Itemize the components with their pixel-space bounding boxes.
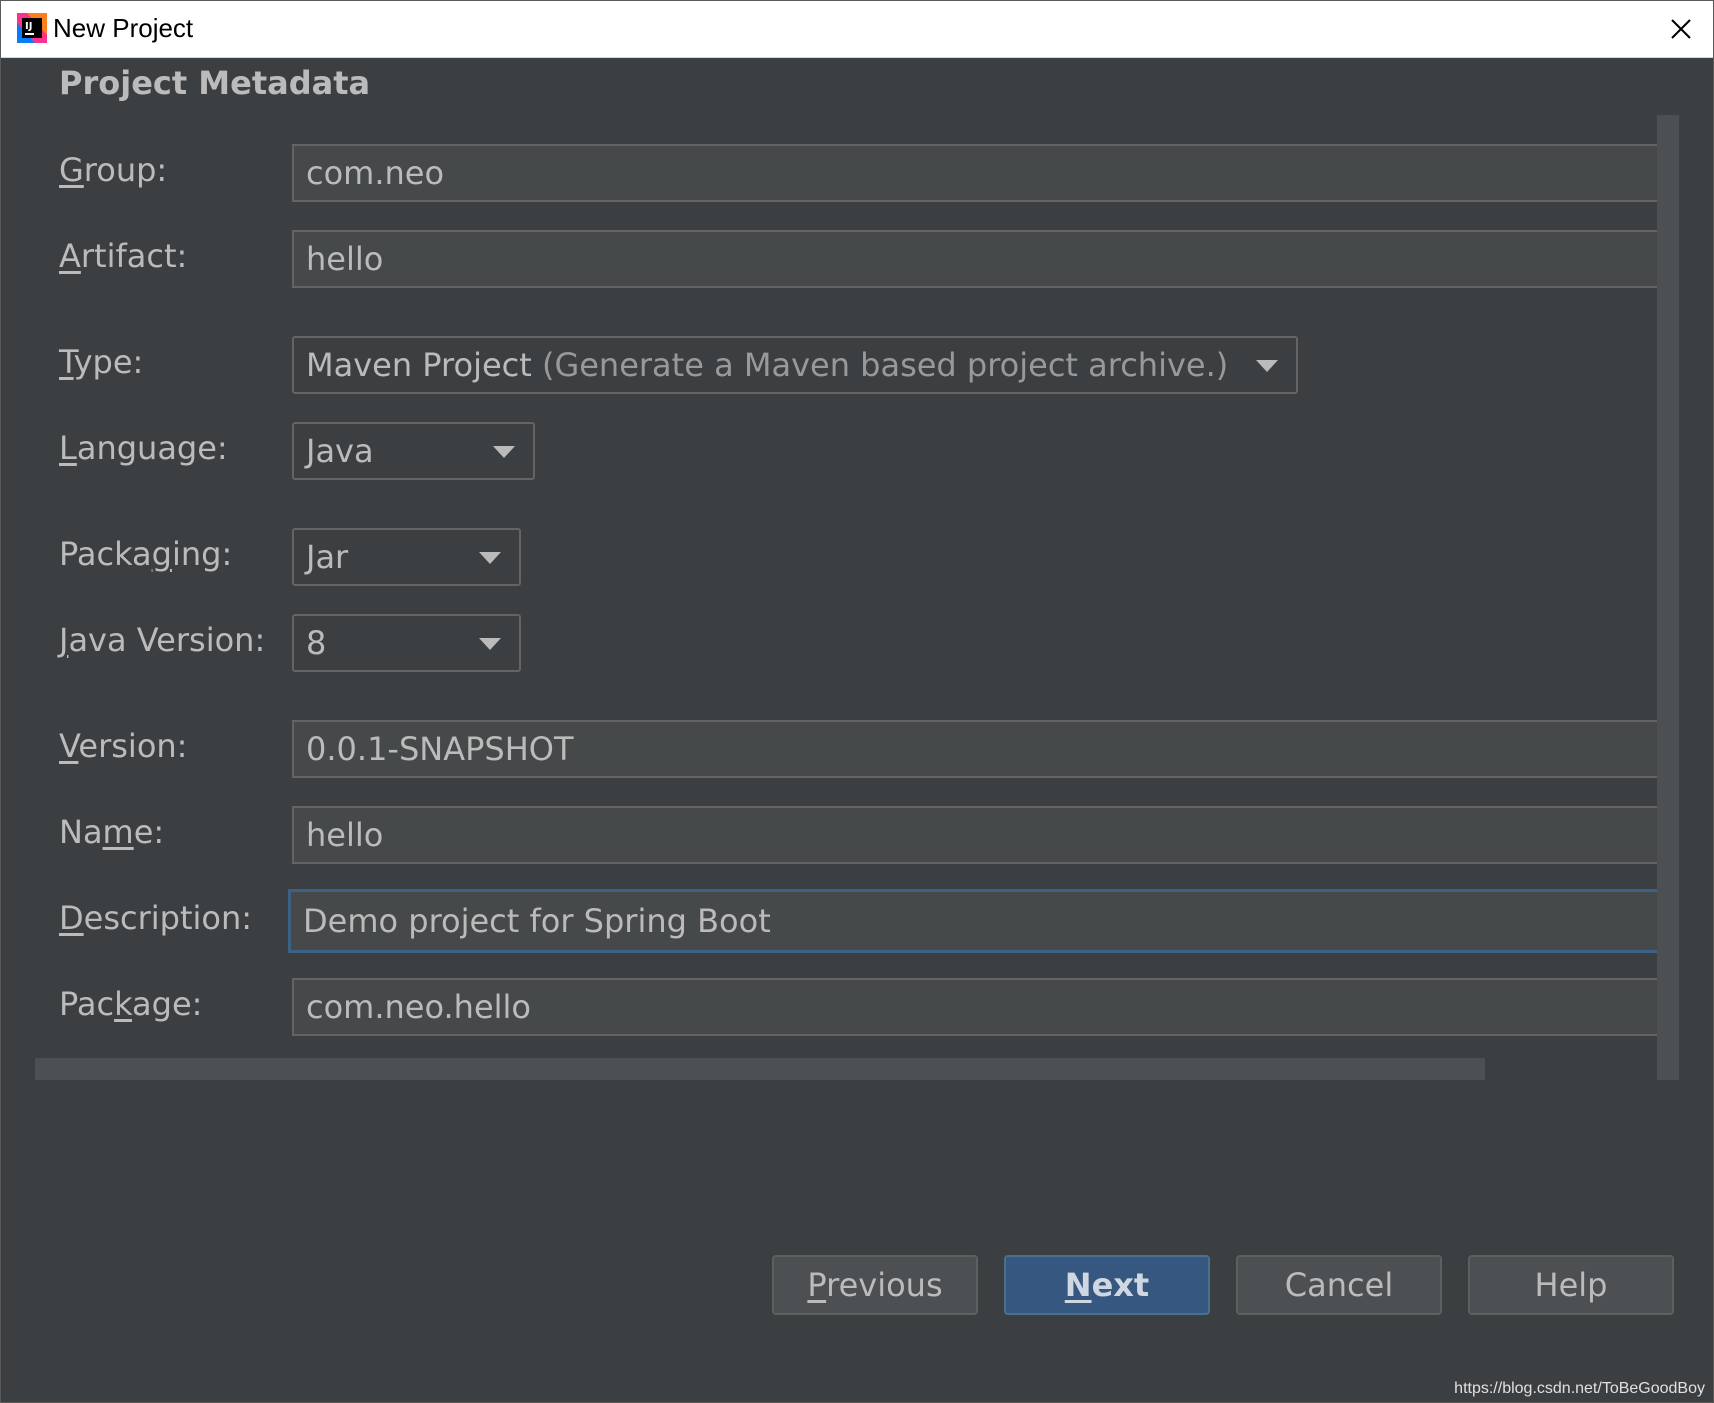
chevron-down-icon xyxy=(479,638,501,650)
description-field[interactable]: Demo project for Spring Boot xyxy=(288,889,1678,953)
description-label: Description: xyxy=(59,899,253,937)
version-label: Version: xyxy=(59,727,188,765)
cancel-button[interactable]: Cancel xyxy=(1236,1255,1442,1315)
language-combobox[interactable]: Java xyxy=(292,422,535,480)
type-combobox[interactable]: Maven Project (Generate a Maven based pr… xyxy=(292,336,1298,394)
previous-button[interactable]: Previous xyxy=(772,1255,978,1315)
package-label: Package: xyxy=(59,985,203,1023)
artifact-label: Artifact: xyxy=(59,237,188,275)
java-version-combobox[interactable]: 8 xyxy=(292,614,521,672)
vertical-scrollbar[interactable] xyxy=(1657,115,1679,1080)
group-field[interactable]: com.neo xyxy=(292,144,1678,202)
type-hint: (Generate a Maven based project archive.… xyxy=(541,346,1229,384)
name-label: Name: xyxy=(59,813,165,851)
language-label: Language: xyxy=(59,429,228,467)
title-bar: IJ New Project xyxy=(1,1,1713,58)
next-button[interactable]: Next xyxy=(1004,1255,1210,1315)
horizontal-scrollbar[interactable] xyxy=(35,1058,1485,1080)
chevron-down-icon xyxy=(1256,360,1278,372)
close-button[interactable] xyxy=(1661,9,1701,49)
window-title: New Project xyxy=(53,13,194,43)
packaging-combobox[interactable]: Jar xyxy=(292,528,521,586)
package-field[interactable]: com.neo.hello xyxy=(292,978,1678,1036)
name-field[interactable]: hello xyxy=(292,806,1678,864)
svg-text:IJ: IJ xyxy=(25,21,32,32)
version-field[interactable]: 0.0.1-SNAPSHOT xyxy=(292,720,1678,778)
section-title: Project Metadata xyxy=(59,64,371,102)
help-button[interactable]: Help xyxy=(1468,1255,1674,1315)
artifact-field[interactable]: hello xyxy=(292,230,1678,288)
type-label: Type: xyxy=(59,343,144,381)
packaging-selected-value: Jar xyxy=(306,538,349,576)
java-version-label: Java Version: xyxy=(59,621,266,659)
group-label: Group: xyxy=(59,151,168,189)
type-selected-value: Maven Project xyxy=(306,346,532,384)
packaging-label: Packaging: xyxy=(59,535,233,573)
java-version-selected-value: 8 xyxy=(306,624,327,662)
chevron-down-icon xyxy=(493,446,515,458)
language-selected-value: Java xyxy=(306,432,374,470)
new-project-dialog: IJ New Project Project Metadata Group: c… xyxy=(0,0,1714,1403)
watermark: https://blog.csdn.net/ToBeGoodBoy xyxy=(1454,1380,1705,1397)
close-icon xyxy=(1671,19,1691,39)
content-area: Project Metadata Group: com.neo Artifact… xyxy=(1,58,1713,1402)
intellij-idea-icon: IJ xyxy=(17,13,47,43)
chevron-down-icon xyxy=(479,552,501,564)
